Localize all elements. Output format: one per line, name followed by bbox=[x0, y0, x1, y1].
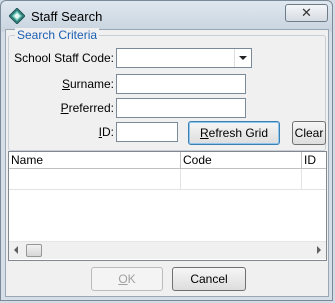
column-header-name[interactable]: Name bbox=[9, 152, 181, 169]
grid-divider bbox=[180, 169, 181, 189]
preferred-label: Preferred: bbox=[60, 101, 114, 115]
grid-new-row[interactable] bbox=[9, 189, 326, 190]
close-icon: ✕ bbox=[301, 5, 312, 20]
search-criteria-group: Search Criteria School Staff Code: Surna… bbox=[8, 28, 326, 151]
scroll-left-icon[interactable] bbox=[14, 246, 18, 254]
cancel-button[interactable]: Cancel bbox=[172, 267, 246, 291]
grid-divider bbox=[301, 169, 302, 189]
horizontal-scrollbar[interactable] bbox=[9, 241, 326, 259]
scroll-thumb[interactable] bbox=[26, 244, 42, 257]
id-input[interactable] bbox=[116, 122, 178, 142]
scroll-right-icon[interactable] bbox=[317, 246, 321, 254]
title-bar[interactable]: Staff Search ✕ bbox=[1, 1, 332, 31]
staff-search-window: Staff Search ✕ Search Criteria School St… bbox=[0, 0, 333, 301]
school-staff-code-label: School Staff Code: bbox=[14, 51, 114, 65]
staff-grid[interactable]: Name Code ID bbox=[8, 151, 327, 261]
surname-input[interactable] bbox=[116, 74, 246, 94]
preferred-input[interactable] bbox=[116, 98, 246, 118]
search-criteria-legend: Search Criteria bbox=[15, 28, 100, 42]
window-title: Staff Search bbox=[31, 9, 103, 24]
close-button[interactable]: ✕ bbox=[285, 4, 328, 22]
dialog-body: Search Criteria School Staff Code: Surna… bbox=[5, 28, 329, 297]
refresh-grid-button[interactable]: Refresh Grid bbox=[188, 121, 280, 145]
column-header-code[interactable]: Code bbox=[181, 152, 302, 169]
chevron-down-icon[interactable] bbox=[234, 49, 251, 67]
ok-button[interactable]: OK bbox=[91, 267, 163, 291]
app-diamond-icon bbox=[9, 8, 25, 24]
surname-label: Surname: bbox=[61, 77, 114, 91]
school-staff-code-combo[interactable] bbox=[116, 48, 252, 68]
clear-button[interactable]: Clear bbox=[292, 121, 326, 145]
id-label: ID: bbox=[98, 125, 114, 139]
column-header-id[interactable]: ID bbox=[302, 152, 326, 169]
